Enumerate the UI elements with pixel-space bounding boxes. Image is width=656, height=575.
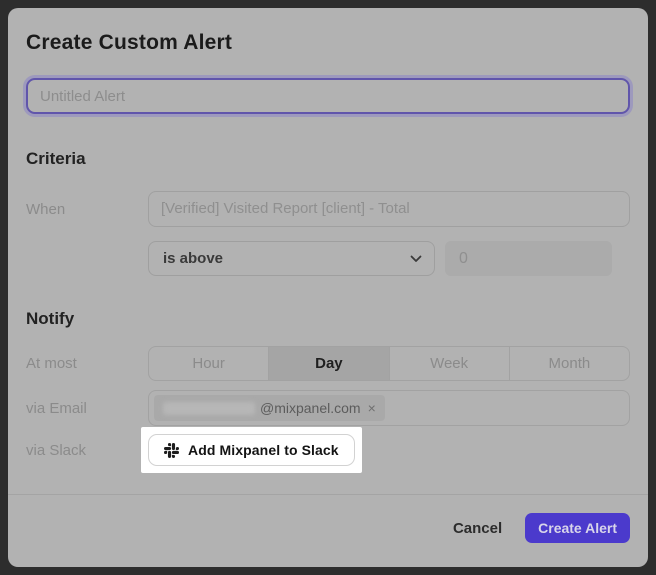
redacted-email-user — [163, 402, 255, 415]
via-email-label: via Email — [26, 400, 148, 417]
criteria-heading: Criteria — [26, 148, 630, 170]
frequency-option-week[interactable]: Week — [389, 347, 509, 380]
when-label: When — [26, 201, 148, 218]
alert-name-input[interactable] — [26, 78, 630, 114]
email-chip: @mixpanel.com × — [154, 395, 385, 421]
at-most-label: At most — [26, 355, 148, 372]
via-email-row: via Email @mixpanel.com × — [26, 390, 630, 426]
frequency-segmented-control: Hour Day Week Month — [148, 346, 630, 381]
add-mixpanel-to-slack-button[interactable]: Add Mixpanel to Slack — [148, 434, 355, 466]
remove-email-icon[interactable]: × — [368, 401, 376, 415]
slack-button-label: Add Mixpanel to Slack — [188, 442, 339, 458]
slack-button-spotlight: Add Mixpanel to Slack — [141, 427, 362, 473]
email-recipients-input[interactable]: @mixpanel.com × — [148, 390, 630, 426]
operator-row: is above 0 — [26, 241, 630, 276]
create-custom-alert-dialog: Create Custom Alert Criteria When [Verif… — [8, 8, 648, 567]
cancel-button[interactable]: Cancel — [453, 520, 502, 537]
notify-heading: Notify — [26, 308, 630, 330]
create-alert-button[interactable]: Create Alert — [525, 513, 630, 543]
operator-dropdown[interactable]: is above — [148, 241, 435, 276]
threshold-input[interactable]: 0 — [445, 241, 612, 276]
email-chip-domain: @mixpanel.com — [260, 400, 361, 416]
event-input[interactable]: [Verified] Visited Report [client] - Tot… — [148, 191, 630, 227]
dialog-footer: Cancel Create Alert — [8, 494, 648, 567]
frequency-option-month[interactable]: Month — [509, 347, 629, 380]
dialog-title: Create Custom Alert — [26, 30, 630, 56]
via-slack-label: via Slack — [26, 442, 148, 459]
frequency-option-day[interactable]: Day — [268, 347, 388, 380]
when-row: When [Verified] Visited Report [client] … — [26, 191, 630, 227]
at-most-row: At most Hour Day Week Month — [26, 346, 630, 381]
via-slack-row: via Slack Add Mixpanel to Slack — [26, 427, 630, 473]
slack-icon — [164, 443, 179, 458]
frequency-option-hour[interactable]: Hour — [149, 347, 268, 380]
chevron-down-icon — [410, 255, 422, 263]
dialog-body: Create Custom Alert Criteria When [Verif… — [8, 8, 648, 494]
operator-value: is above — [163, 250, 223, 267]
